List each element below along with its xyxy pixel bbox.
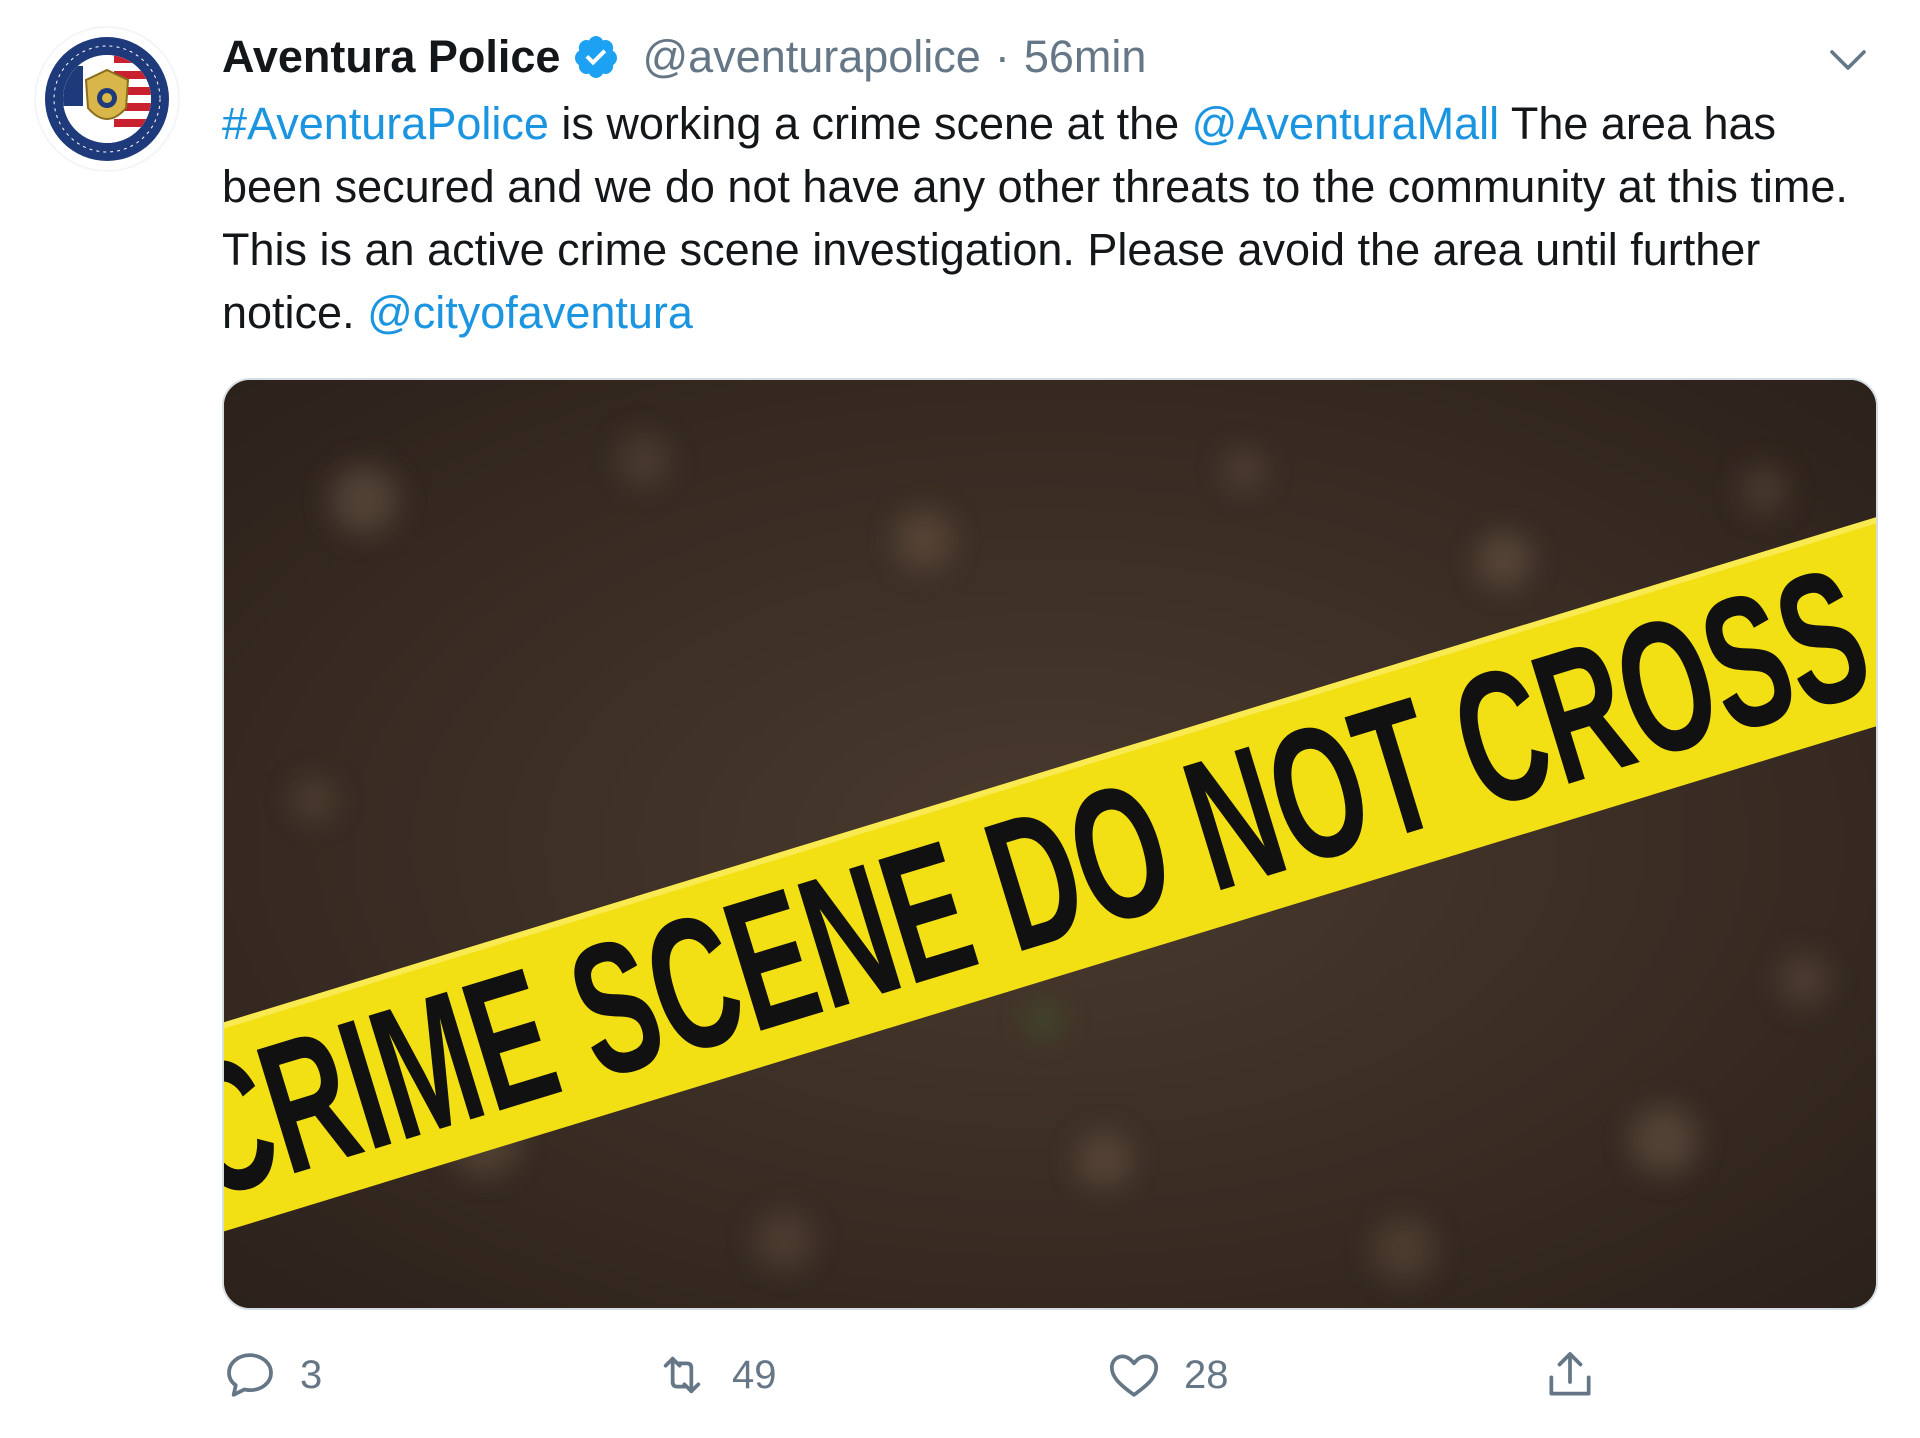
tweet-media-image[interactable]: CRIME SCENE DO NOT CROSS [222,378,1878,1310]
reply-button[interactable]: 3 [222,1340,322,1410]
verified-badge-icon [572,33,620,81]
retweet-icon [663,1356,701,1394]
tweet-card: Aventura Police @aventurapolice · 56min … [0,0,1920,1438]
crime-scene-tape-photo: CRIME SCENE DO NOT CROSS [224,380,1876,1308]
like-count: 28 [1184,1352,1229,1397]
share-button[interactable] [1542,1340,1598,1410]
tweet-text: #AventuraPolice is working a crime scene… [222,92,1882,344]
handle[interactable]: @aventurapolice [642,31,980,83]
display-name[interactable]: Aventura Police [222,31,560,83]
like-button[interactable]: 28 [1106,1340,1229,1410]
mention-link[interactable]: @cityofaventura [367,287,693,338]
reply-count: 3 [300,1352,323,1397]
avatar[interactable] [34,26,180,172]
timestamp[interactable]: 56min [1024,31,1147,83]
hashtag-link[interactable]: #AventuraPolice [222,98,549,149]
retweet-count: 49 [732,1352,777,1397]
tweet-actions: 3 49 28 [222,1340,1882,1410]
separator-dot: · [994,31,1010,82]
heart-icon [1109,1354,1159,1397]
reply-icon [227,1353,273,1397]
police-badge-seal-logo [36,28,178,170]
mention-link[interactable]: @AventuraMall [1192,98,1500,149]
tweet-header: Aventura Police @aventurapolice · 56min [222,26,1146,88]
chevron-down-icon[interactable] [1824,36,1872,84]
retweet-button[interactable]: 49 [654,1340,777,1410]
share-icon [1549,1352,1591,1396]
tweet-text-part: is working a crime scene at the [548,98,1192,149]
